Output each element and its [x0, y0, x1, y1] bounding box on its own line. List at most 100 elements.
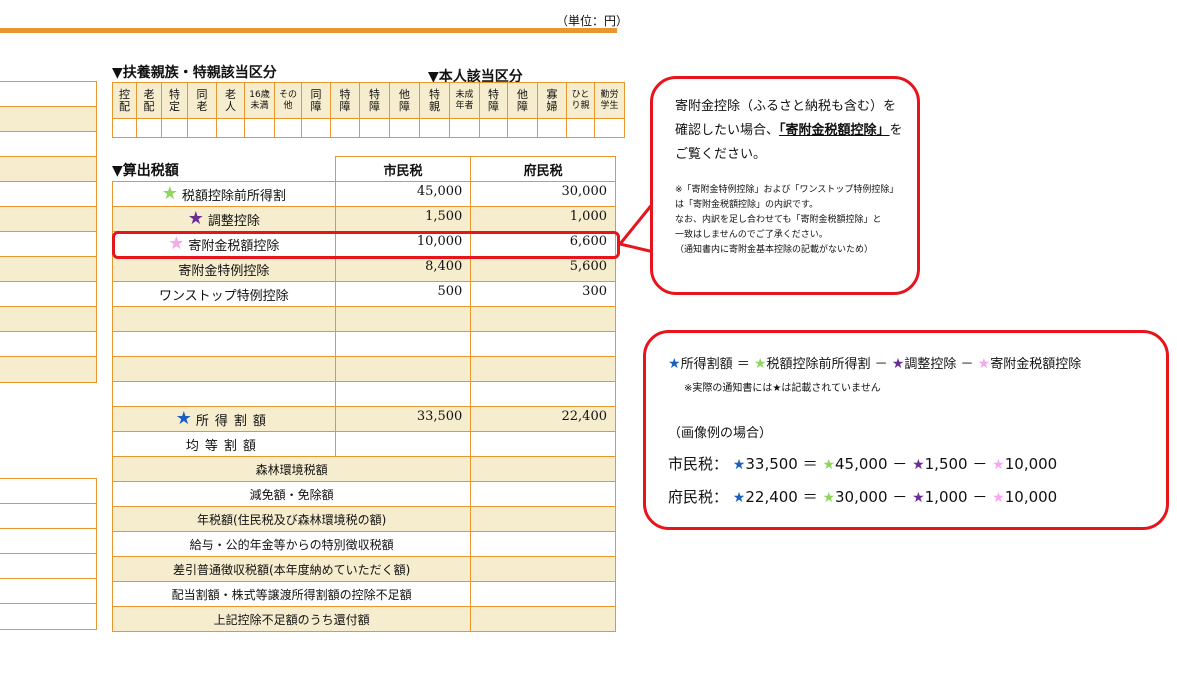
stub-row: [0, 554, 96, 579]
category-value-row: [112, 118, 625, 138]
row-label: ★ 税額控除前所得割: [112, 181, 336, 207]
bottom-row-label: 年税額(住民税及び森林環境税の額): [111, 506, 472, 532]
row-label: [112, 381, 336, 407]
left-stub-lower: [0, 478, 97, 630]
table-row: ★ 税額控除前所得割 45,000 30,000: [112, 181, 616, 207]
category-value-cell: [389, 118, 420, 138]
table-row: 給与・公的年金等からの特別徴収税額: [111, 531, 616, 557]
category-value-cell: [161, 118, 188, 138]
dependents-section-title: ▼扶養親族・特親該当区分: [112, 65, 277, 81]
city-tax-example: 市民税： ★33,500 ＝ ★45,000 － ★1,500 － ★10,00…: [668, 455, 1058, 473]
table-row: ★ 所得割額 33,500 22,400: [112, 406, 616, 432]
bottom-row-value: [470, 531, 616, 557]
category-cell: 特定: [161, 82, 188, 119]
stub-row: [0, 604, 96, 629]
category-value-cell: [216, 118, 245, 138]
table-row: 均等割額: [112, 431, 616, 457]
table-row: ★ 調整控除 1,500 1,000: [112, 206, 616, 232]
pref-value: [470, 306, 616, 332]
unit-label: （単位：円）: [556, 14, 629, 28]
blue-star-icon: ★: [668, 356, 681, 372]
category-cell: 老配: [136, 82, 162, 119]
city-value: [334, 331, 472, 357]
city-value: 33,500: [334, 406, 472, 432]
col-city-header: 市民税: [334, 156, 472, 182]
stub-row: [0, 232, 96, 257]
category-cell: 未成 年者: [449, 82, 480, 119]
callout-notes: ※「寄附金特例控除」および「ワンストップ特例控除」 は「寄附金税額控除」の内訳で…: [675, 185, 899, 255]
table-row: 森林環境税額: [111, 456, 616, 482]
pref-value: [470, 381, 616, 407]
donation-credit-highlight: [112, 231, 620, 259]
category-value-cell: [330, 118, 360, 138]
table-row: 寄附金特例控除 8,400 5,600: [112, 256, 616, 282]
category-cell: 勤労 学生: [594, 82, 625, 119]
stub-row: [0, 82, 96, 107]
category-value-cell: [479, 118, 508, 138]
city-value: 8,400: [334, 256, 472, 282]
stub-row: [0, 504, 96, 529]
tax-table: 市民税 府民税 ★ 税額控除前所得割 45,000 30,000 ★ 調整控除 1,…: [111, 156, 616, 632]
formula-callout: ★所得割額 ＝ ★税額控除前所得割 － ★調整控除 － ★寄附金税額控除 ※実際…: [643, 330, 1169, 530]
table-row: [112, 381, 616, 407]
table-row: 上記控除不足額のうち還付額: [111, 606, 616, 632]
stub-row: [0, 479, 96, 504]
pref-value: 30,000: [470, 181, 616, 207]
green-star-icon: ★: [161, 183, 178, 204]
category-cell: 特障: [330, 82, 360, 119]
pref-value: 22,400: [470, 406, 616, 432]
col-pref-header: 府民税: [470, 156, 616, 182]
row-label: [112, 306, 336, 332]
pref-tax-example: 府民税： ★22,400 ＝ ★30,000 － ★1,000 － ★10,00…: [668, 488, 1058, 506]
category-cell: 同障: [301, 82, 331, 119]
category-cell: 特親: [419, 82, 450, 119]
category-value-cell: [359, 118, 390, 138]
bottom-row-value: [470, 556, 616, 582]
stub-row: [0, 132, 96, 157]
row-label: ★ 所得割額: [112, 406, 336, 432]
top-divider: [0, 28, 617, 33]
stub-row: [0, 257, 96, 282]
category-value-cell: [274, 118, 302, 138]
bottom-row-value: [470, 581, 616, 607]
green-star-icon: ★: [822, 457, 835, 473]
stub-row: [0, 282, 96, 307]
stub-row: [0, 529, 96, 554]
blue-star-icon: ★: [175, 408, 192, 429]
emphasis-text: 「寄附金税額控除」: [779, 123, 890, 138]
table-row: [112, 356, 616, 382]
category-value-cell: [449, 118, 480, 138]
bottom-row-value: [470, 456, 616, 482]
category-value-cell: [566, 118, 595, 138]
category-cell: 老人: [216, 82, 245, 119]
blue-star-icon: ★: [732, 457, 746, 473]
pref-value: 5,600: [470, 256, 616, 282]
callout-main-text: 寄附金控除（ふるさと納税も含む）を 確認したい場合、「寄附金税額控除」を ご覧く…: [675, 99, 903, 162]
table-row: 減免額・免除額: [111, 481, 616, 507]
pref-value: [470, 431, 616, 457]
category-cell: 他障: [389, 82, 420, 119]
table-row: 年税額(住民税及び森林環境税の額): [111, 506, 616, 532]
pink-star-icon: ★: [992, 490, 1005, 506]
table-row: [112, 306, 616, 332]
category-header-row: 控配 老配 特定 同老 老人 16歳未満 その他 同障 特障 特障 他障 特親 …: [112, 82, 625, 119]
stub-row: [0, 357, 96, 382]
category-cell: 16歳未満: [244, 82, 275, 119]
pref-value: [470, 356, 616, 382]
category-cell: 同老: [187, 82, 217, 119]
row-label: 寄附金特例控除: [112, 256, 336, 282]
formula-line: ★所得割額 ＝ ★税額控除前所得割 － ★調整控除 － ★寄附金税額控除: [668, 356, 1082, 372]
bottom-row-label: 差引普通徴収税額(本年度納めていただく額): [111, 556, 472, 582]
green-star-icon: ★: [822, 490, 835, 506]
bottom-row-label: 上記控除不足額のうち還付額: [111, 606, 472, 632]
purple-star-icon: ★: [891, 356, 905, 372]
category-cell: 特障: [479, 82, 508, 119]
row-label: [112, 331, 336, 357]
donation-info-callout: 寄附金控除（ふるさと納税も含む）を 確認したい場合、「寄附金税額控除」を ご覧く…: [650, 76, 920, 295]
purple-star-icon: ★: [912, 490, 925, 506]
city-value: [334, 356, 472, 382]
table-row: 差引普通徴収税額(本年度納めていただく額): [111, 556, 616, 582]
category-cell: 寡婦: [537, 82, 567, 119]
formula-note: ※実際の通知書には★は記載されていません: [684, 383, 881, 394]
stub-row: [0, 579, 96, 604]
